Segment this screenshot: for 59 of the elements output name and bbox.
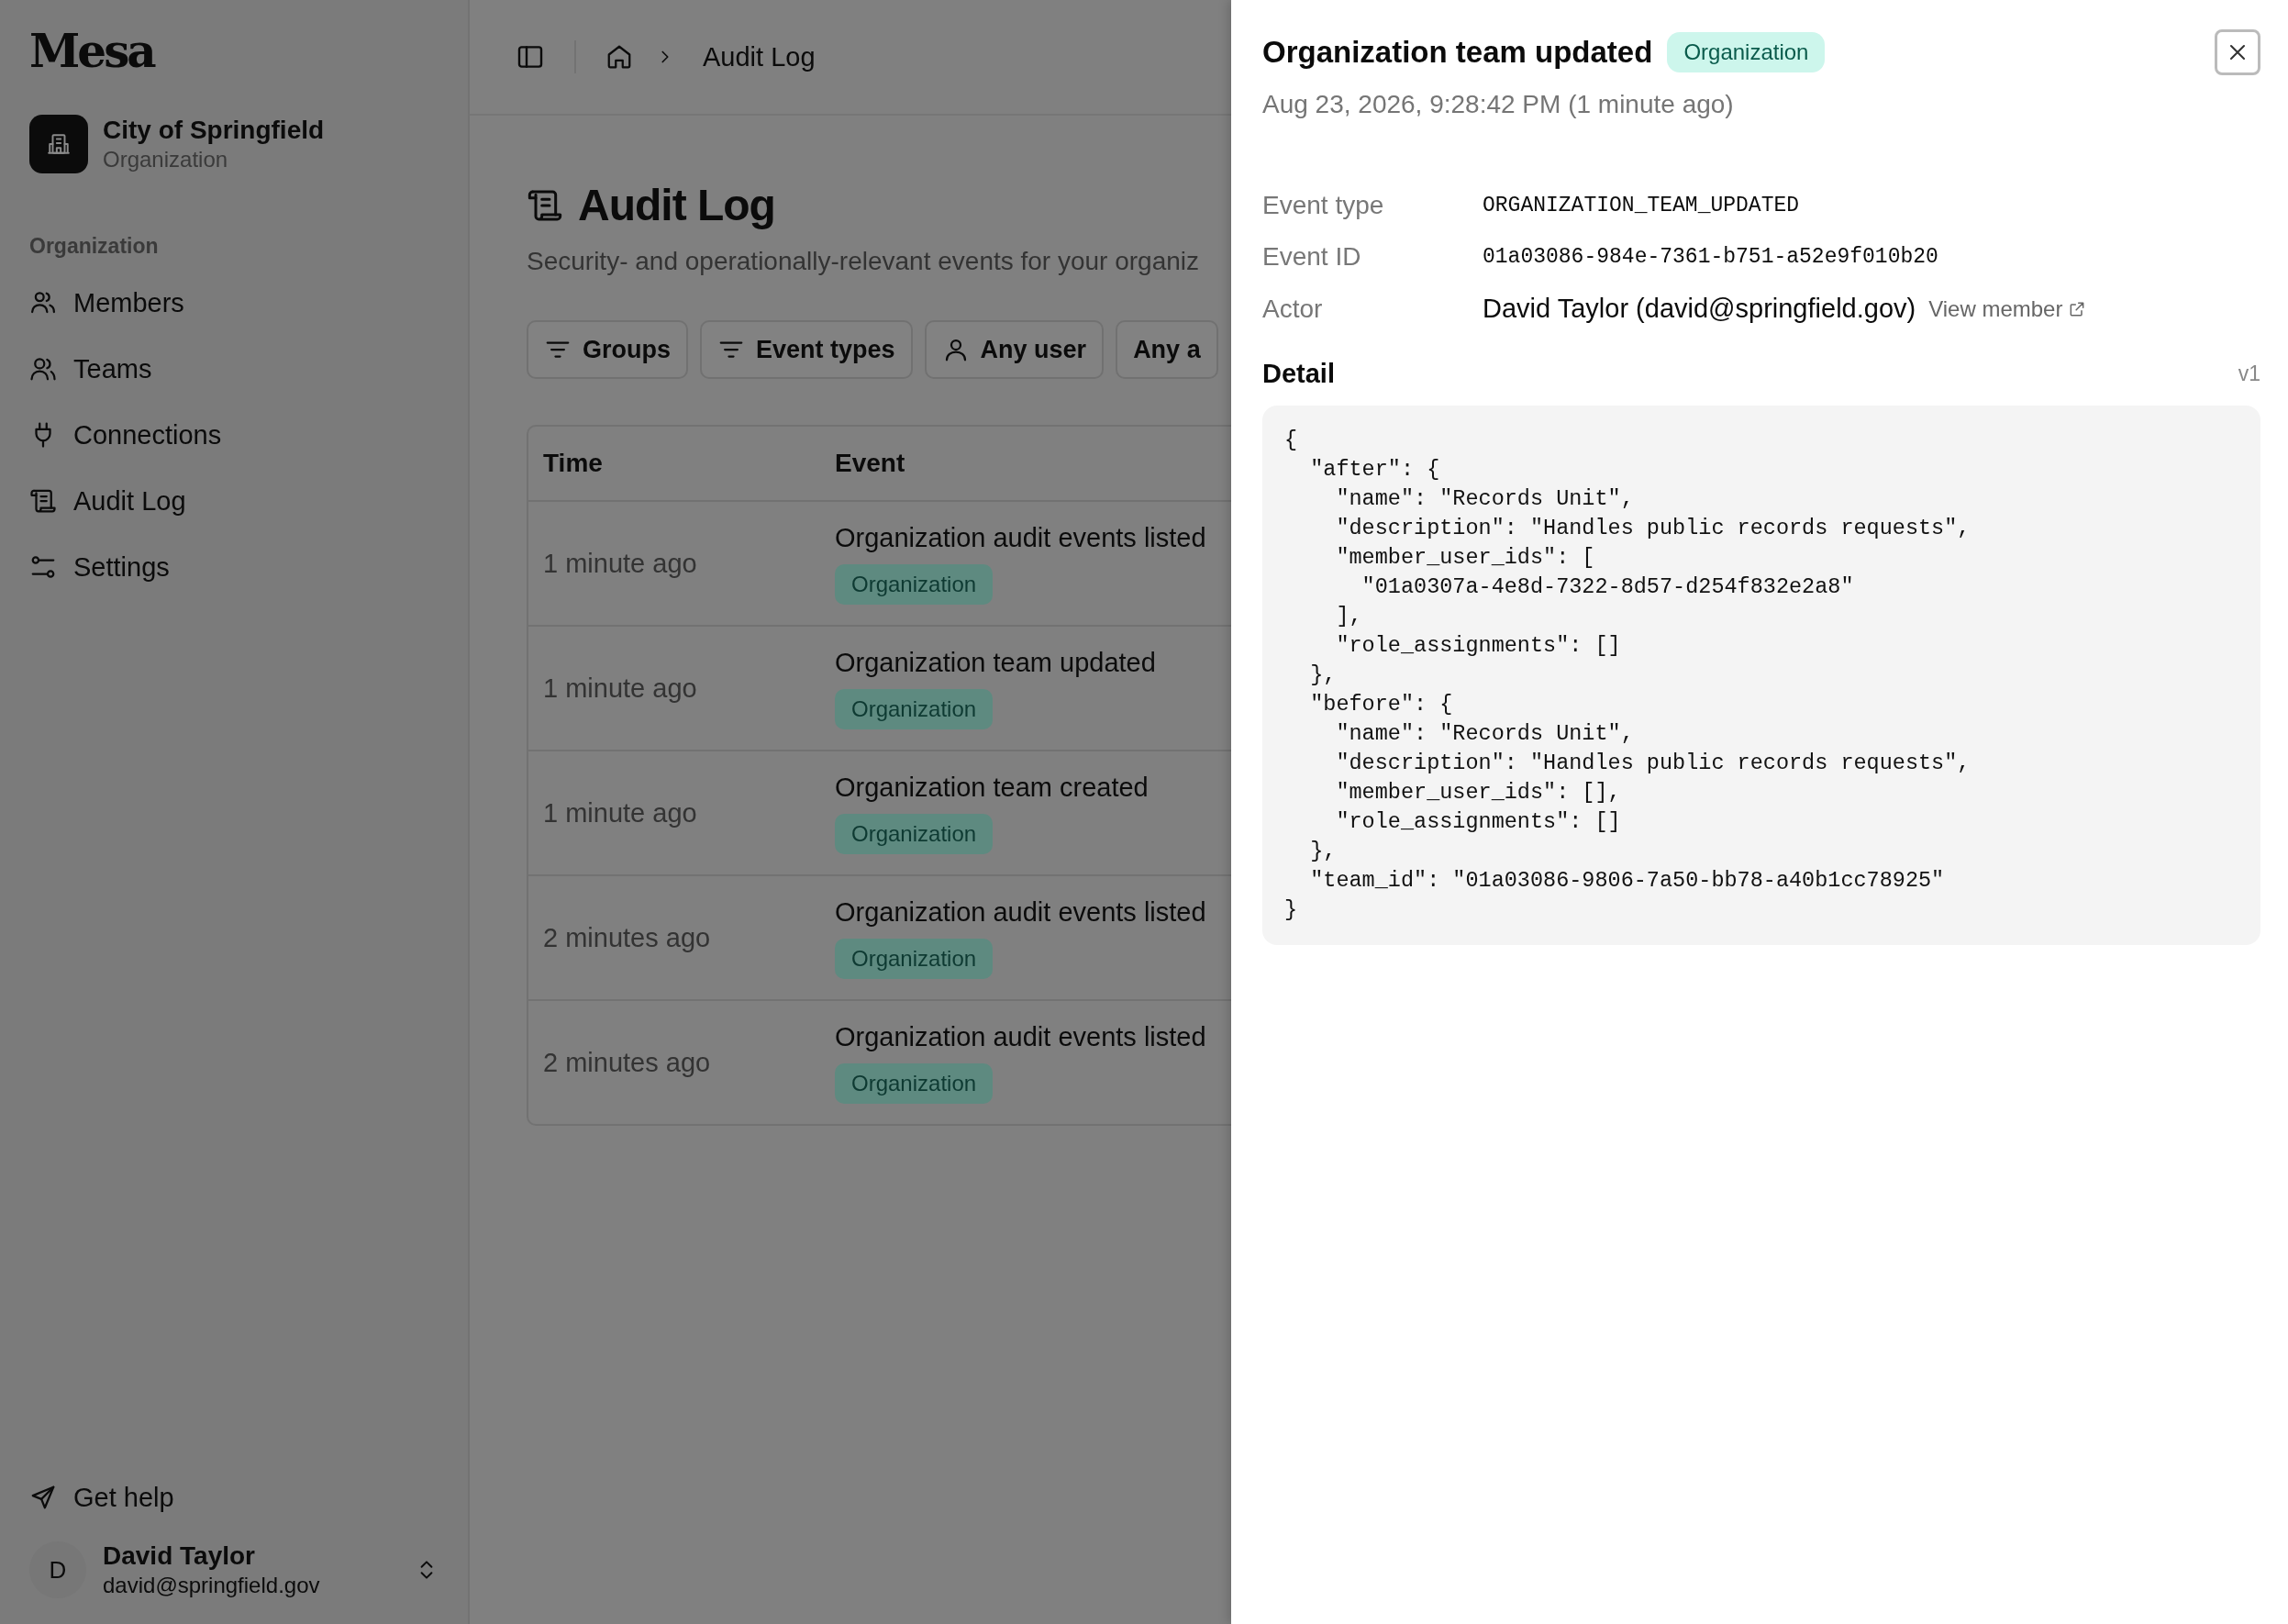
category-tag: Organization bbox=[835, 563, 994, 605]
field-value: David Taylor (david@springfield.gov) bbox=[1483, 294, 1916, 324]
filter-button[interactable]: Event types bbox=[700, 320, 913, 379]
sidebar-item[interactable]: Connections bbox=[29, 402, 222, 468]
time-cell-text: 1 minute ago bbox=[542, 797, 698, 829]
event-timestamp: Aug 23, 2026, 9:28:42 PM (1 minute ago) bbox=[1262, 90, 1735, 119]
column-header: Time bbox=[542, 449, 604, 478]
filter-button[interactable]: Groups bbox=[527, 320, 688, 379]
time-cell-text: 2 minutes ago bbox=[542, 922, 712, 953]
column-header: Event bbox=[834, 449, 906, 478]
people-icon bbox=[29, 355, 57, 383]
page-subtitle: Security- and operationally-relevant events for your organiz bbox=[527, 247, 1201, 276]
category-tag: Organization bbox=[835, 813, 994, 854]
app-logo: Mesa bbox=[29, 24, 154, 78]
time-cell-text: 1 minute ago bbox=[542, 673, 698, 704]
view-member-link[interactable]: View member bbox=[1928, 295, 2087, 322]
breadcrumb-current: Audit Log bbox=[703, 41, 816, 72]
section-label: Organization bbox=[29, 234, 159, 259]
user-email: david@springfield.gov bbox=[103, 1573, 321, 1598]
sidebar-item[interactable]: Teams bbox=[29, 336, 152, 402]
sidebar-item[interactable]: Audit Log bbox=[29, 468, 186, 534]
category-tag: Organization bbox=[835, 688, 994, 729]
page-title: Audit Log bbox=[578, 180, 775, 230]
send-icon bbox=[29, 1484, 57, 1511]
sidebar-item[interactable]: Settings bbox=[29, 534, 170, 600]
category-tag: Organization bbox=[1667, 32, 1826, 72]
category-tag: Organization bbox=[835, 1062, 994, 1104]
field-label: Event ID bbox=[1262, 242, 1362, 272]
filter-button[interactable]: Any user bbox=[924, 320, 1105, 379]
category-tag: Organization bbox=[835, 938, 994, 979]
field-label: Event type bbox=[1262, 191, 1385, 220]
event-name: Organization team created bbox=[835, 772, 1150, 803]
sliders-icon bbox=[29, 553, 57, 581]
field-value: 01a03086-984e-7361-b751-a52e9f010b20 bbox=[1483, 245, 1938, 269]
user-menu[interactable]: D David Taylor david@springfield.gov bbox=[29, 1541, 439, 1598]
section-heading: Detail bbox=[1262, 359, 1335, 389]
user-avatar: D bbox=[29, 1541, 86, 1598]
json-code-block: { "after": { "name": "Records Unit", "description": "Handles public records requests", "member_user_ids": [ "01a0307a-4e8d-7322-8d57-d254f832e2a8" ], "role_assignments": [] }, "before": { "name": "Records Unit", "description": "Handles public records requests", "member_user_ids": [], "role_assignments": [] }, "team_id": "01a03086-9806-7a50-bb78-a40b1cc78925" } bbox=[1262, 406, 2260, 945]
event-name: Organization audit events listed bbox=[835, 522, 1207, 553]
field-value: ORGANIZATION_TEAM_UPDATED bbox=[1483, 194, 1800, 217]
time-cell-text: 2 minutes ago bbox=[542, 1047, 712, 1078]
close-button[interactable] bbox=[2215, 29, 2260, 75]
help-link[interactable]: Get help bbox=[29, 1464, 174, 1530]
organization-switcher[interactable]: City of Springfield Organization bbox=[29, 115, 325, 173]
version-label: v1 bbox=[2238, 362, 2260, 386]
building-icon bbox=[47, 132, 71, 156]
event-title: Organization team updated bbox=[1262, 35, 1653, 70]
organization-type: Organization bbox=[103, 147, 229, 172]
filter-button[interactable]: Any a bbox=[1116, 320, 1218, 379]
user-name: David Taylor bbox=[103, 1541, 256, 1571]
field-label: Actor bbox=[1262, 294, 1324, 324]
sidebar-item[interactable]: Members bbox=[29, 270, 184, 336]
event-name: Organization team updated bbox=[835, 647, 1157, 678]
time-cell-text: 1 minute ago bbox=[542, 548, 698, 579]
scroll-icon bbox=[29, 487, 57, 515]
home-icon bbox=[605, 43, 633, 71]
event-name: Organization audit events listed bbox=[835, 896, 1207, 928]
organization-name: City of Springfield bbox=[103, 116, 325, 145]
event-name: Organization audit events listed bbox=[835, 1021, 1207, 1052]
